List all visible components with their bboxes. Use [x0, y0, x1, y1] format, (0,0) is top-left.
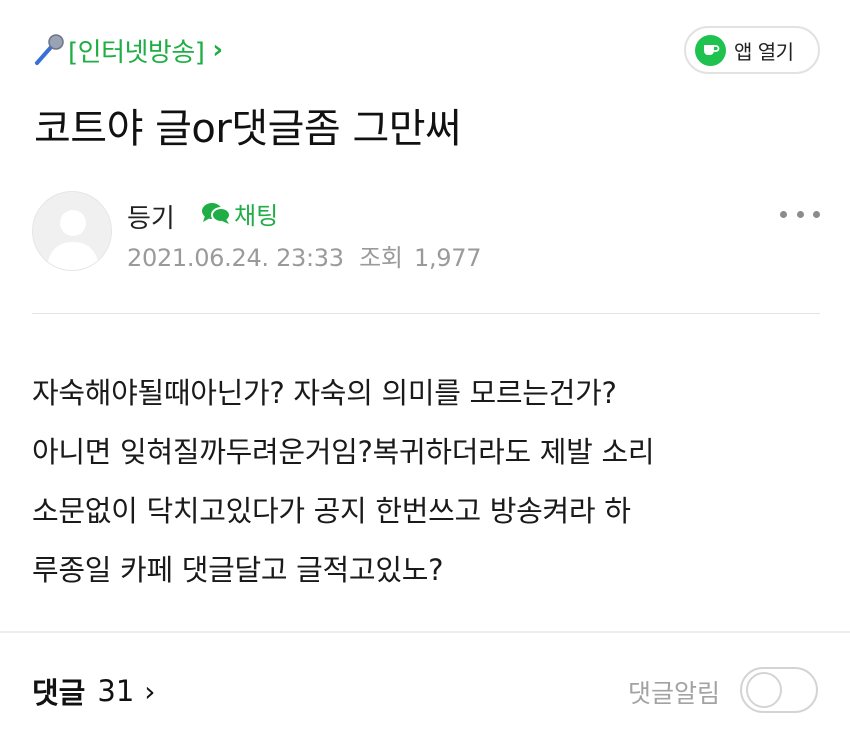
chat-button[interactable]: 채팅: [200, 196, 278, 231]
body-line: 소문없이 닥치고있다가 공지 한번쓰고 방송켜라 하: [32, 494, 631, 528]
toggle-knob: [746, 672, 782, 708]
post-body: 자숙해야될때아닌가? 자숙의 의미를 모르는건가? 아니면 잊혀질까두려운거임?…: [32, 364, 832, 600]
body-line: 루종일 카페 댓글달고 글적고있노?: [32, 553, 444, 587]
views-label: 조회: [359, 244, 403, 272]
open-app-button[interactable]: 앱 열기: [684, 26, 820, 74]
comments-label: 댓글: [32, 676, 86, 710]
category-label: [인터넷방송]: [68, 37, 205, 68]
author-name[interactable]: 등기: [127, 198, 175, 235]
open-app-label: 앱 열기: [734, 39, 794, 64]
views-count: 1,977: [414, 244, 482, 272]
comment-notify-label: 댓글알림: [628, 679, 721, 708]
post-page: [인터넷방송] › 앱 열기 코트야 글or댓글좀 그만써 등기 채팅 2021…: [0, 0, 850, 736]
chat-label: 채팅: [234, 202, 279, 230]
post-date: 2021.06.24. 23:33: [127, 244, 344, 272]
more-dots-icon[interactable]: [780, 204, 820, 224]
post-meta: 2021.06.24. 23:33 조회 1,977: [127, 238, 482, 273]
chat-bubbles-icon: [202, 202, 231, 224]
body-line: 아니면 잊혀질까두려운거임?복귀하더라도 제발 소리: [32, 435, 655, 469]
default-avatar-icon: [47, 210, 99, 270]
post-title: 코트야 글or댓글좀 그만써: [34, 106, 462, 152]
category-link[interactable]: [인터넷방송] ›: [32, 28, 223, 72]
comment-notify-toggle[interactable]: [740, 667, 818, 713]
chevron-right-icon: ›: [212, 35, 224, 65]
comments-count: 31: [97, 674, 135, 708]
avatar[interactable]: [32, 191, 112, 271]
body-line: 자숙해야될때아닌가? 자숙의 의미를 모르는건가?: [32, 376, 617, 410]
chevron-right-icon: ›: [144, 674, 156, 708]
divider: [0, 631, 850, 633]
coffee-cup-icon: [695, 34, 726, 66]
divider: [32, 313, 820, 314]
microphone-icon: [35, 34, 64, 65]
comments-link[interactable]: 댓글 31 ›: [32, 670, 155, 712]
